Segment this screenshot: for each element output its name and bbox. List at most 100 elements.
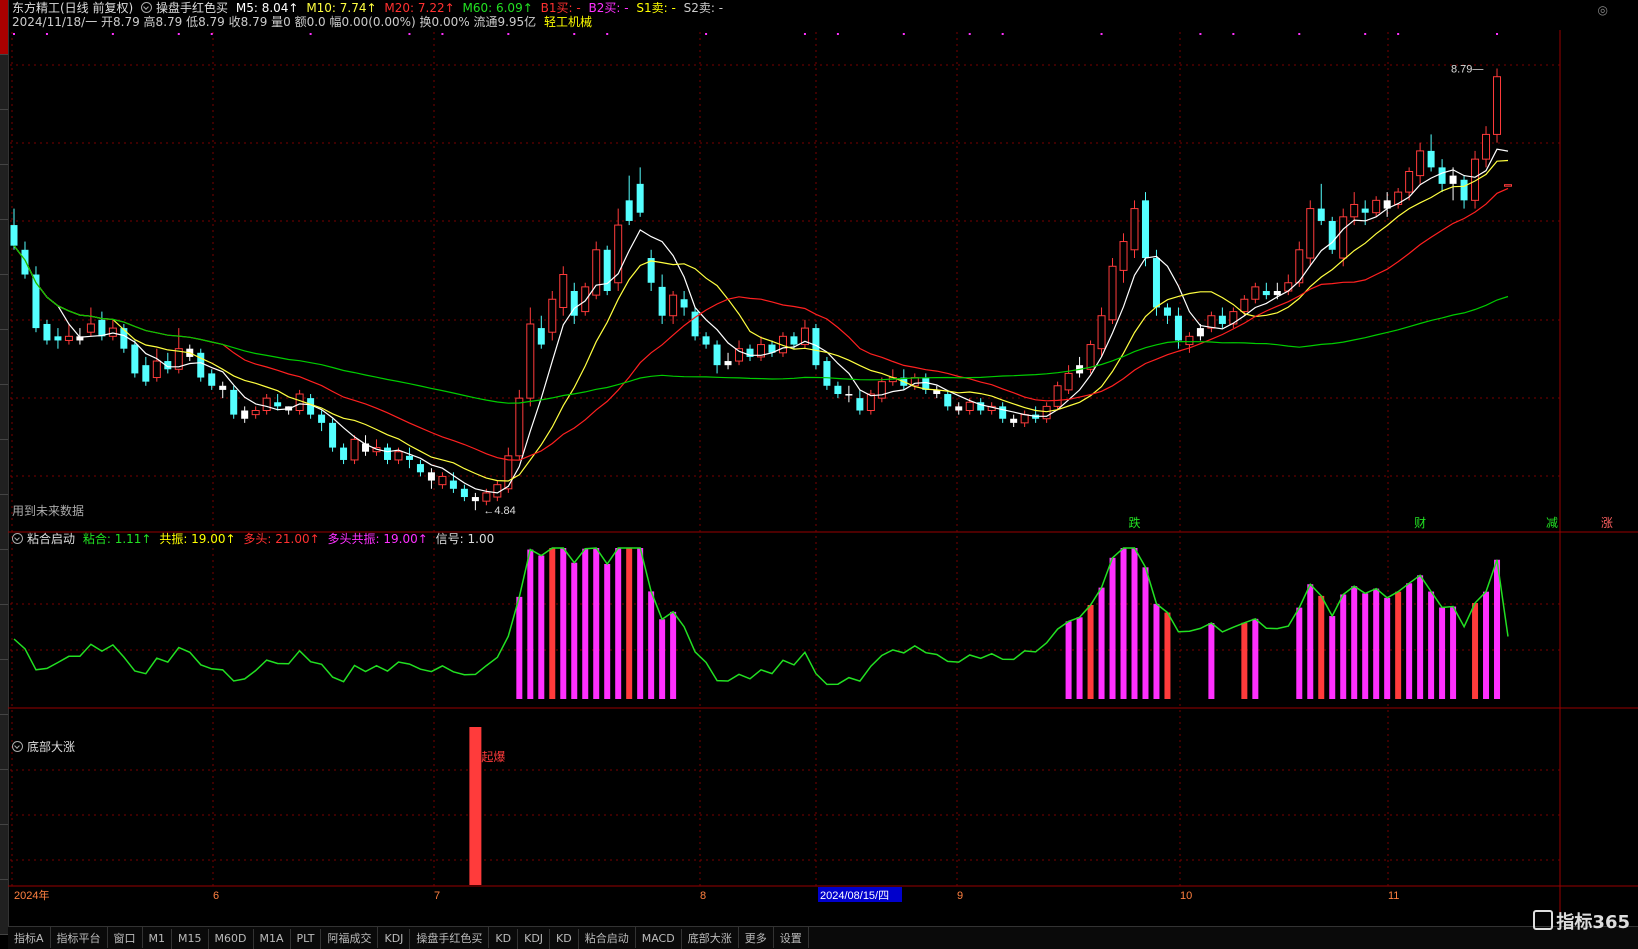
ma20-value: M20: 7.22↑ — [384, 1, 455, 15]
candle-body — [86, 323, 95, 333]
candle-body — [581, 286, 590, 313]
signal-dot — [1100, 33, 1103, 35]
candle-body — [790, 336, 798, 345]
signal-dot — [1364, 33, 1367, 35]
bottom-tab-4[interactable]: M15 — [172, 929, 209, 949]
candle-body — [559, 274, 568, 308]
bottom-tab-13[interactable]: KD — [550, 929, 579, 949]
duotou-value: 多头: 21.00↑ — [243, 532, 320, 546]
signal-dot — [1397, 33, 1400, 35]
bottom-tab-6[interactable]: M1A — [254, 929, 291, 949]
signal-dot — [902, 33, 905, 35]
candle-body — [449, 480, 457, 489]
panel3-bar — [469, 727, 482, 885]
candle-body — [384, 447, 391, 460]
bottom-tab-14[interactable]: 粘合启动 — [579, 927, 636, 948]
panel3-header: 底部大涨 — [12, 740, 79, 755]
panel2-bar — [1296, 607, 1303, 699]
candle-body — [1284, 282, 1293, 292]
s1-value: S1卖: - — [636, 1, 676, 15]
bottom-tab-12[interactable]: KDJ — [518, 929, 551, 949]
panel2-bar — [1131, 548, 1138, 699]
panel2-bar — [1142, 567, 1149, 699]
bottom-tab-1[interactable]: 指标平台 — [51, 927, 108, 948]
panel2-bar — [637, 548, 644, 699]
candle-body — [405, 455, 413, 460]
candle-body — [1438, 167, 1446, 184]
duotou-gongzhen-value: 多头共振: 19.00↑ — [327, 532, 428, 546]
ma20-line — [13, 187, 1509, 461]
candle-body — [877, 381, 886, 399]
header-row-2: 2024/11/18/一 开8.79 高8.79 低8.79 收8.79 量0 … — [12, 15, 596, 30]
candle-body — [658, 286, 666, 316]
panel2-bar — [604, 563, 611, 699]
panel2-bar — [1076, 617, 1083, 699]
time-axis-label-2: 7 — [434, 890, 440, 902]
candle-body — [680, 299, 688, 308]
collapse-icon[interactable]: ◎ — [1598, 3, 1608, 17]
indicator-settings-icon[interactable] — [141, 2, 153, 13]
bottom-tab-15[interactable]: MACD — [636, 929, 682, 949]
candle-body — [1010, 418, 1018, 423]
bottom-tab-11[interactable]: KD — [489, 929, 519, 949]
panel2-bar — [659, 619, 666, 699]
candle-body — [1504, 184, 1512, 187]
sector-label[interactable]: 轻工机械 — [544, 15, 592, 29]
panel2-bar — [1087, 604, 1094, 699]
bottom-tab-2[interactable]: 窗口 — [108, 927, 143, 948]
candle-body — [230, 389, 238, 415]
bottom-tab-3[interactable]: M1 — [143, 929, 173, 949]
panel2-settings-icon[interactable] — [12, 533, 23, 544]
panel3-title[interactable]: 底部大涨 — [27, 740, 75, 754]
b2-value: B2买: - — [588, 1, 629, 15]
candle-body — [1317, 208, 1325, 221]
candle-body — [1251, 286, 1260, 300]
signal-dot — [803, 33, 806, 35]
panel2-bar — [670, 611, 677, 699]
candle-body — [1339, 216, 1348, 259]
panel2-bar — [560, 548, 567, 699]
panel3-settings-icon[interactable] — [12, 741, 23, 752]
signal-dot — [606, 33, 609, 35]
candle-body — [340, 447, 348, 460]
watermark-text: 指标365 — [1556, 912, 1630, 933]
candle-body — [965, 401, 974, 411]
panel2-bar — [549, 548, 556, 699]
bottom-tab-8[interactable]: 阿福成交 — [321, 927, 379, 948]
signal-dot — [1496, 33, 1499, 35]
panel2-bar — [1208, 623, 1215, 699]
nianhe-value: 粘合: 1.11↑ — [82, 532, 152, 546]
candle-body — [625, 200, 633, 221]
bottom-tab-17[interactable]: 更多 — [739, 927, 774, 948]
bottom-tab-7[interactable]: PLT — [291, 929, 322, 949]
panel2-bar — [571, 562, 578, 699]
chart-stage: ←4.84 8.79— 跌 财 减 涨起爆 2024年 6 7 8 2024/08/15/四 9 10 1… — [8, 30, 1638, 926]
stock-name[interactable]: 东方精工(日线 前复权) — [12, 1, 133, 15]
bottom-tab-9[interactable]: KDJ — [378, 929, 411, 949]
signal-dot — [573, 33, 576, 35]
candle-body — [43, 323, 51, 341]
signal-label-0: 跌 — [1129, 515, 1141, 530]
candle-body — [1196, 328, 1204, 337]
panel2-bar — [1252, 618, 1259, 699]
candle-body — [724, 361, 732, 366]
ma60-line — [13, 245, 1509, 404]
panel2-bar — [1109, 557, 1116, 699]
bottom-tab-16[interactable]: 底部大涨 — [682, 927, 739, 948]
bottom-tab-10[interactable]: 操盘手红色买 — [410, 927, 490, 948]
bottom-tab-5[interactable]: M60D — [209, 929, 254, 949]
panel2-bar — [538, 555, 545, 699]
candle-body — [460, 488, 468, 498]
panel2-title[interactable]: 粘合启动 — [27, 532, 75, 546]
signal-label-1: 财 — [1414, 516, 1426, 530]
signal-dot — [111, 33, 114, 35]
panel2-line — [13, 547, 1509, 686]
s2-value: S2卖: - — [683, 1, 724, 15]
indicator-name[interactable]: 操盘手红色买 — [156, 1, 228, 15]
bottom-tab-0[interactable]: 指标A — [8, 927, 51, 948]
panel2-bar — [516, 596, 523, 699]
candle-body — [1097, 315, 1106, 350]
candle-body — [603, 249, 611, 291]
candle-body — [856, 398, 864, 411]
bottom-tab-18[interactable]: 设置 — [774, 927, 809, 948]
